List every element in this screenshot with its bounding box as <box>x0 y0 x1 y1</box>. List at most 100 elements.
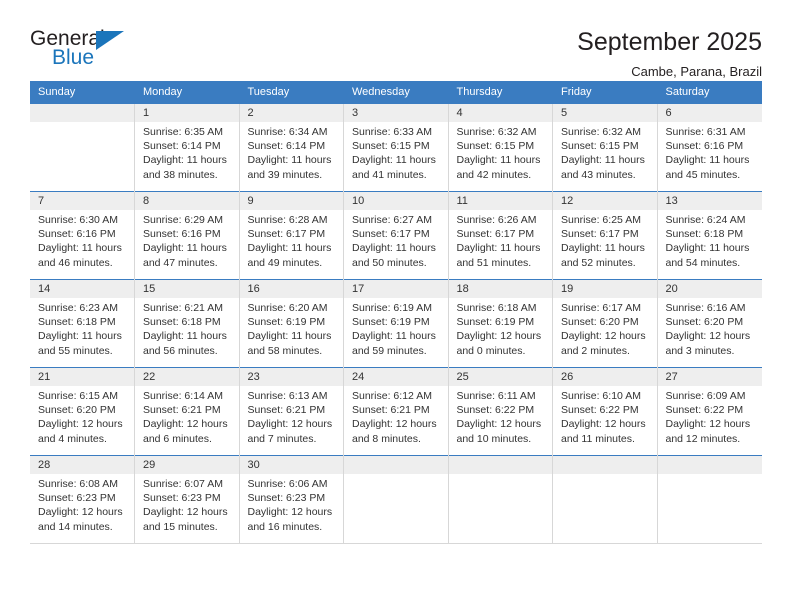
day-number: 24 <box>344 368 448 386</box>
calendar-day-cell[interactable]: 8 Sunrise: 6:29 AM Sunset: 6:16 PM Daylight… <box>134 191 240 280</box>
day-details: Sunrise: 6:31 AM Sunset: 6:16 PM Daylight:… <box>658 122 762 182</box>
sunrise-text: Sunrise: 6:32 AM <box>456 126 537 138</box>
day-details: Sunrise: 6:19 AM Sunset: 6:19 PM Daylight:… <box>344 298 448 358</box>
daylight-text-line2: and 12 minutes. <box>665 432 741 445</box>
sunrise-text: Sunrise: 6:30 AM <box>38 214 118 226</box>
calendar-day-cell[interactable]: 3 Sunrise: 6:33 AM Sunset: 6:15 PM Daylight… <box>343 103 449 192</box>
calendar-week-row: 14 Sunrise: 6:23 AM Sunset: 6:18 PM Dayligh… <box>30 279 762 368</box>
sunrise-text: Sunrise: 6:29 AM <box>143 214 223 226</box>
calendar-day-cell[interactable]: 20 Sunrise: 6:16 AM Sunset: 6:20 PM Dayligh… <box>657 279 762 368</box>
daylight-text-line2: and 15 minutes. <box>143 520 218 533</box>
daylight-text-line1: Daylight: 11 hours <box>352 242 436 255</box>
calendar-day-cell[interactable]: 14 Sunrise: 6:23 AM Sunset: 6:18 PM Dayligh… <box>30 279 135 368</box>
sunrise-text: Sunrise: 6:28 AM <box>247 214 328 226</box>
daylight-text-line2: and 47 minutes. <box>143 256 218 269</box>
calendar-empty-cell <box>343 455 449 544</box>
day-details: Sunrise: 6:33 AM Sunset: 6:15 PM Daylight:… <box>344 122 448 182</box>
calendar-day-cell[interactable]: 26 Sunrise: 6:10 AM Sunset: 6:22 PM Dayligh… <box>552 367 658 456</box>
daylight-text-line2: and 50 minutes. <box>352 256 427 269</box>
sunrise-text: Sunrise: 6:12 AM <box>352 390 432 402</box>
day-number: 27 <box>657 368 762 386</box>
calendar-day-cell[interactable]: 21 Sunrise: 6:15 AM Sunset: 6:20 PM Dayligh… <box>30 367 135 456</box>
daylight-text-line1: Daylight: 12 hours <box>665 418 751 431</box>
day-number: 7 <box>30 192 134 210</box>
weekday-header-saturday: Saturday <box>657 81 762 104</box>
sunset-text: Sunset: 6:17 PM <box>561 228 639 241</box>
sunset-text: Sunset: 6:15 PM <box>352 140 430 153</box>
sunset-text: Sunset: 6:19 PM <box>456 316 535 329</box>
weekday-header-friday: Friday <box>552 81 658 104</box>
calendar-day-cell[interactable]: 6 Sunrise: 6:31 AM Sunset: 6:16 PM Daylight… <box>657 103 762 192</box>
daylight-text-line1: Daylight: 12 hours <box>561 418 646 431</box>
day-details: Sunrise: 6:30 AM Sunset: 6:16 PM Daylight:… <box>30 210 134 270</box>
calendar-day-cell[interactable]: 29 Sunrise: 6:07 AM Sunset: 6:23 PM Dayligh… <box>134 455 240 544</box>
calendar-day-cell[interactable]: 13 Sunrise: 6:24 AM Sunset: 6:18 PM Dayligh… <box>657 191 762 280</box>
weekday-header-sunday: Sunday <box>30 81 135 104</box>
sunset-text: Sunset: 6:19 PM <box>352 316 430 329</box>
daylight-text-line2: and 43 minutes. <box>561 168 636 181</box>
calendar-day-cell[interactable]: 16 Sunrise: 6:20 AM Sunset: 6:19 PM Dayligh… <box>239 279 344 368</box>
daylight-text-line2: and 55 minutes. <box>38 344 113 357</box>
daylight-text-line2: and 52 minutes. <box>561 256 636 269</box>
brand-logo[interactable]: General Blue <box>30 28 150 74</box>
daylight-text-line1: Daylight: 11 hours <box>247 154 332 167</box>
calendar-day-cell[interactable]: 15 Sunrise: 6:21 AM Sunset: 6:18 PM Dayligh… <box>134 279 240 368</box>
day-details: Sunrise: 6:07 AM Sunset: 6:23 PM Daylight:… <box>135 474 239 534</box>
calendar-day-cell[interactable]: 7 Sunrise: 6:30 AM Sunset: 6:16 PM Daylight… <box>30 191 135 280</box>
weekday-header-wednesday: Wednesday <box>343 81 449 104</box>
daylight-text-line2: and 6 minutes. <box>143 432 212 445</box>
sunrise-text: Sunrise: 6:11 AM <box>456 390 536 402</box>
calendar-day-cell[interactable]: 25 Sunrise: 6:11 AM Sunset: 6:22 PM Dayligh… <box>448 367 553 456</box>
daylight-text-line1: Daylight: 11 hours <box>247 242 332 255</box>
sunrise-text: Sunrise: 6:27 AM <box>352 214 432 226</box>
sunset-text: Sunset: 6:14 PM <box>143 140 221 153</box>
day-number: 1 <box>135 104 239 122</box>
daylight-text-line2: and 14 minutes. <box>38 520 113 533</box>
daylight-text-line1: Daylight: 11 hours <box>247 330 332 343</box>
calendar-day-cell[interactable]: 28 Sunrise: 6:08 AM Sunset: 6:23 PM Dayligh… <box>30 455 135 544</box>
calendar-table: Sunday Monday Tuesday Wednesday Thursday… <box>30 81 762 544</box>
sunset-text: Sunset: 6:21 PM <box>352 404 430 417</box>
day-details: Sunrise: 6:23 AM Sunset: 6:18 PM Daylight:… <box>30 298 134 358</box>
calendar-day-cell[interactable]: 17 Sunrise: 6:19 AM Sunset: 6:19 PM Dayligh… <box>343 279 449 368</box>
calendar-day-cell[interactable]: 10 Sunrise: 6:27 AM Sunset: 6:17 PM Dayligh… <box>343 191 449 280</box>
daylight-text-line1: Daylight: 12 hours <box>456 330 542 343</box>
daylight-text-line1: Daylight: 11 hours <box>38 330 122 343</box>
calendar-day-cell[interactable]: 19 Sunrise: 6:17 AM Sunset: 6:20 PM Dayligh… <box>552 279 658 368</box>
daylight-text-line2: and 16 minutes. <box>247 520 323 533</box>
calendar-day-cell[interactable]: 22 Sunrise: 6:14 AM Sunset: 6:21 PM Dayligh… <box>134 367 240 456</box>
calendar-day-cell[interactable]: 4 Sunrise: 6:32 AM Sunset: 6:15 PM Daylight… <box>448 103 553 192</box>
sunrise-text: Sunrise: 6:26 AM <box>456 214 537 226</box>
daylight-text-line2: and 42 minutes. <box>456 168 532 181</box>
calendar-day-cell[interactable]: 24 Sunrise: 6:12 AM Sunset: 6:21 PM Dayligh… <box>343 367 449 456</box>
calendar-day-cell[interactable]: 1 Sunrise: 6:35 AM Sunset: 6:14 PM Daylight… <box>134 103 240 192</box>
day-details: Sunrise: 6:06 AM Sunset: 6:23 PM Daylight:… <box>240 474 344 534</box>
sunset-text: Sunset: 6:17 PM <box>247 228 326 241</box>
sunrise-text: Sunrise: 6:07 AM <box>143 478 223 490</box>
calendar-day-cell[interactable]: 11 Sunrise: 6:26 AM Sunset: 6:17 PM Dayligh… <box>448 191 553 280</box>
day-number: 17 <box>344 280 448 298</box>
sunset-text: Sunset: 6:19 PM <box>247 316 326 329</box>
sunrise-text: Sunrise: 6:19 AM <box>352 302 432 314</box>
calendar-day-cell[interactable]: 23 Sunrise: 6:13 AM Sunset: 6:21 PM Dayligh… <box>239 367 344 456</box>
calendar-day-cell[interactable]: 2 Sunrise: 6:34 AM Sunset: 6:14 PM Daylight… <box>239 103 344 192</box>
daylight-text-line2: and 0 minutes. <box>456 344 526 357</box>
daylight-text-line2: and 3 minutes. <box>665 344 735 357</box>
daylight-text-line2: and 38 minutes. <box>143 168 218 181</box>
day-details: Sunrise: 6:34 AM Sunset: 6:14 PM Daylight:… <box>240 122 344 182</box>
daylight-text-line2: and 41 minutes. <box>352 168 427 181</box>
sunrise-text: Sunrise: 6:09 AM <box>665 390 746 402</box>
day-number: 13 <box>657 192 762 210</box>
day-details: Sunrise: 6:25 AM Sunset: 6:17 PM Daylight:… <box>553 210 657 270</box>
calendar-day-cell[interactable]: 18 Sunrise: 6:18 AM Sunset: 6:19 PM Dayligh… <box>448 279 553 368</box>
day-details: Sunrise: 6:26 AM Sunset: 6:17 PM Daylight:… <box>449 210 553 270</box>
sunrise-text: Sunrise: 6:16 AM <box>665 302 746 314</box>
day-details: Sunrise: 6:32 AM Sunset: 6:15 PM Daylight:… <box>449 122 553 182</box>
calendar-day-cell[interactable]: 30 Sunrise: 6:06 AM Sunset: 6:23 PM Dayligh… <box>239 455 344 544</box>
calendar-day-cell[interactable]: 12 Sunrise: 6:25 AM Sunset: 6:17 PM Dayligh… <box>552 191 658 280</box>
calendar-day-cell[interactable]: 5 Sunrise: 6:32 AM Sunset: 6:15 PM Daylight… <box>552 103 658 192</box>
daylight-text-line1: Daylight: 11 hours <box>143 330 227 343</box>
calendar-day-cell[interactable]: 9 Sunrise: 6:28 AM Sunset: 6:17 PM Daylight… <box>239 191 344 280</box>
weekday-header-tuesday: Tuesday <box>239 81 344 104</box>
calendar-day-cell[interactable]: 27 Sunrise: 6:09 AM Sunset: 6:22 PM Dayligh… <box>657 367 762 456</box>
